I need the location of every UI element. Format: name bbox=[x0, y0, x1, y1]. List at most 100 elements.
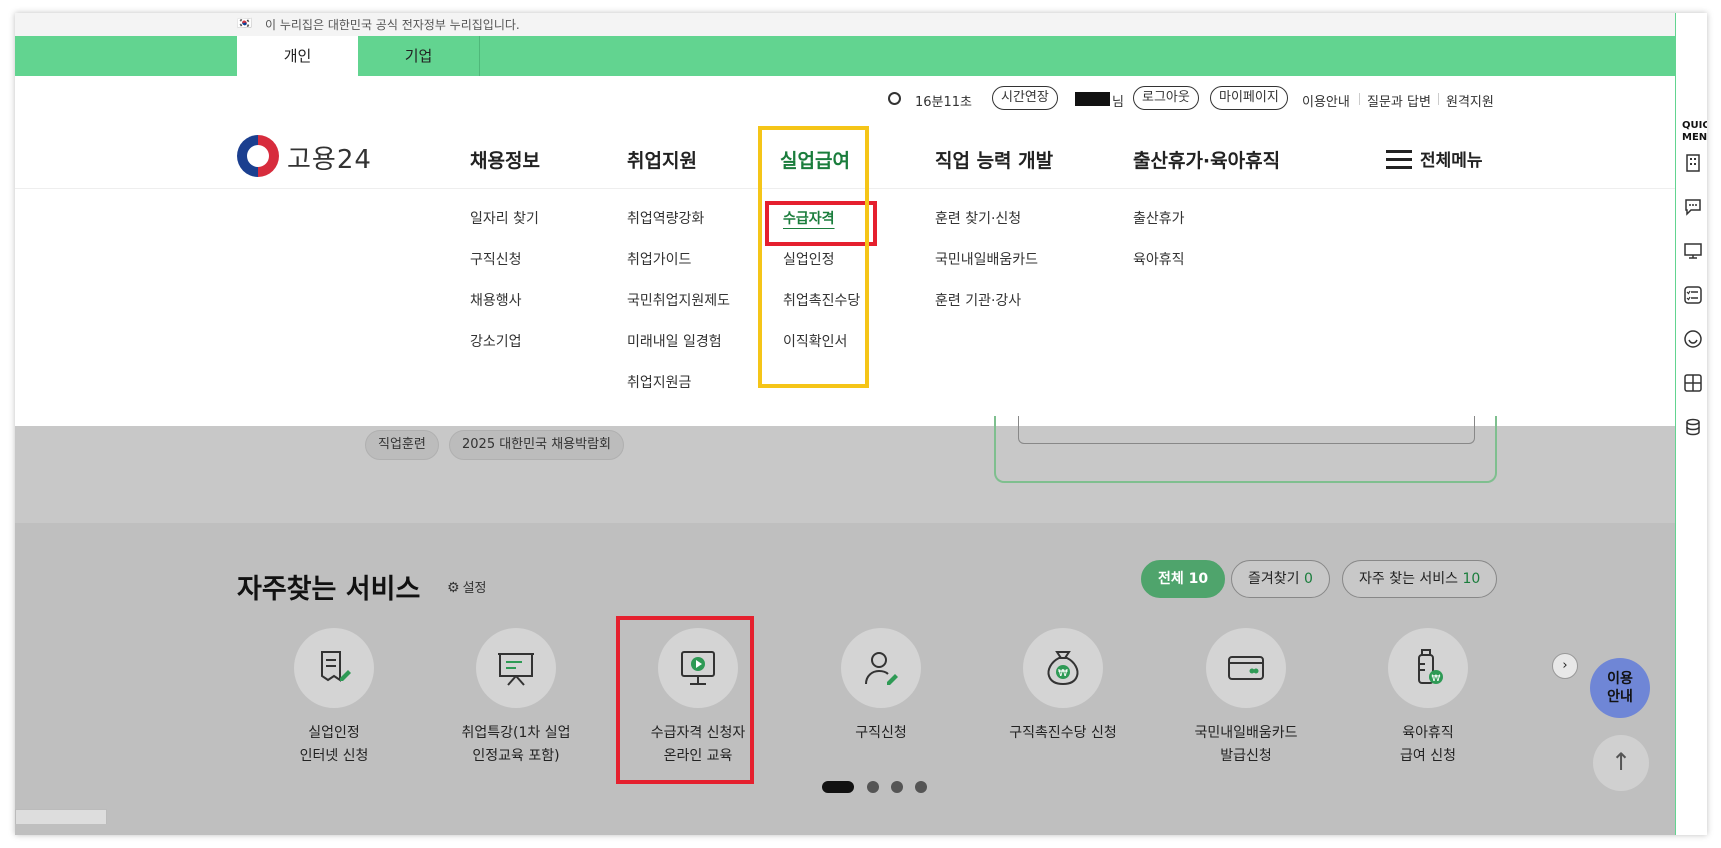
extend-session-button[interactable]: 시간연장 bbox=[992, 86, 1058, 110]
filter-frequent[interactable]: 자주 찾는 서비스 10 bbox=[1342, 560, 1498, 598]
gov-banner: 🇰🇷 이 누리집은 대한민국 공식 전자정부 누리집입니다. bbox=[15, 13, 1675, 36]
pagination-dot[interactable] bbox=[867, 781, 879, 793]
utility-bar: 16분11초 시간연장 님 로그아웃 마이페이지 이용안내 질문과 답변 원격지… bbox=[15, 83, 1675, 113]
checklist-icon[interactable] bbox=[1683, 285, 1703, 305]
usage-guide-float-button[interactable]: 이용 안내 bbox=[1590, 658, 1650, 718]
submenu-item[interactable]: 훈련 기관·강사 bbox=[935, 289, 1038, 330]
qna-link[interactable]: 질문과 답변 bbox=[1367, 91, 1431, 110]
submenu-item[interactable]: 출산휴가 bbox=[1133, 207, 1185, 248]
service-icon-circle bbox=[1206, 628, 1286, 708]
user-type-tabbar: 개인 기업 bbox=[15, 36, 1675, 76]
divider bbox=[1359, 93, 1360, 105]
keyword-chip[interactable]: 직업훈련 bbox=[365, 430, 439, 460]
search-input[interactable] bbox=[1018, 416, 1475, 444]
logout-button[interactable]: 로그아웃 bbox=[1133, 86, 1199, 110]
submenu-item[interactable]: 국민취업지원제도 bbox=[627, 289, 730, 330]
person-pen-icon bbox=[865, 652, 898, 685]
gov-banner-text: 이 누리집은 대한민국 공식 전자정부 누리집입니다. bbox=[265, 18, 520, 32]
quick-menu-title: QUICK MENU bbox=[1682, 120, 1707, 144]
submenu-item[interactable]: 육아휴직 bbox=[1133, 248, 1185, 289]
browser-viewport: 🇰🇷 이 누리집은 대한민국 공식 전자정부 누리집입니다. 개인 기업 16분… bbox=[15, 13, 1707, 835]
filter-count: 10 bbox=[1188, 571, 1209, 587]
chat-bubble-icon[interactable] bbox=[1683, 197, 1703, 217]
submenu-item[interactable]: 국민내일배움카드 bbox=[935, 248, 1038, 289]
submenu-item[interactable]: 구직신청 bbox=[470, 248, 539, 289]
service-item-employment-lecture[interactable]: 취업특강(1차 실업인정교육 포함) bbox=[426, 628, 606, 768]
filter-label: 자주 찾는 서비스 bbox=[1359, 571, 1459, 587]
service-label-line2: 인정교육 포함) bbox=[472, 748, 560, 764]
presentation-board-icon bbox=[498, 653, 534, 686]
pagination-dot[interactable] bbox=[915, 781, 927, 793]
search-panel bbox=[994, 416, 1497, 483]
coin-stack-icon[interactable] bbox=[1683, 417, 1703, 437]
service-label-line1: 실업인정 bbox=[308, 725, 360, 741]
username-suffix: 님 bbox=[1112, 95, 1124, 110]
session-timer: 16분11초 bbox=[915, 95, 973, 110]
service-icon-circle: ₩ bbox=[1388, 628, 1468, 708]
credit-card-icon bbox=[1228, 656, 1264, 680]
submenu-item[interactable]: 미래내일 일경험 bbox=[627, 330, 730, 371]
site-logo[interactable]: 고용24 bbox=[237, 133, 377, 178]
submenu-item[interactable]: 채용행사 bbox=[470, 289, 539, 330]
service-icon-circle bbox=[841, 628, 921, 708]
gnb-item-employment-support[interactable]: 취업지원 bbox=[627, 146, 697, 173]
service-icon-circle: ₩ bbox=[1023, 628, 1103, 708]
hamburger-icon bbox=[1386, 150, 1412, 169]
service-label-line1: 구직촉진수당 신청 bbox=[1009, 725, 1117, 741]
frequent-services-section: 자주찾는 서비스 ⚙ 설정 전체 10 즐겨찾기 0 자주 찾는 서비스 10 실… bbox=[15, 523, 1675, 835]
submenu-item[interactable]: 취업역량강화 bbox=[627, 207, 730, 248]
smile-icon[interactable] bbox=[1683, 329, 1703, 349]
settings-label: 설정 bbox=[462, 581, 487, 596]
korea-flag-icon: 🇰🇷 bbox=[237, 16, 252, 30]
gnb-item-job-skill-dev[interactable]: 직업 능력 개발 bbox=[935, 146, 1053, 173]
gnb-item-maternity-childcare[interactable]: 출산휴가·육아휴직 bbox=[1133, 146, 1280, 173]
remote-support-link[interactable]: 원격지원 bbox=[1446, 91, 1494, 110]
quick-menu: QUICK MENU bbox=[1675, 13, 1707, 835]
document-pen-icon bbox=[321, 651, 351, 682]
service-label-line1: 국민내일배움카드 bbox=[1194, 725, 1298, 741]
service-item-job-application[interactable]: 구직신청 bbox=[791, 628, 971, 745]
gnb-item-recruit-info[interactable]: 채용정보 bbox=[470, 146, 540, 173]
settings-button[interactable]: ⚙ 설정 bbox=[447, 577, 486, 596]
submenu-item[interactable]: 취업지원금 bbox=[627, 371, 730, 412]
submenu-job-skill-dev: 훈련 찾기·신청 국민내일배움카드 훈련 기관·강사 bbox=[935, 207, 1038, 330]
tab-company[interactable]: 기업 bbox=[358, 36, 480, 76]
redacted-username bbox=[1075, 92, 1110, 106]
submenu-employment-support: 취업역량강화 취업가이드 국민취업지원제도 미래내일 일경험 취업지원금 bbox=[627, 207, 730, 412]
service-item-parental-leave-benefit[interactable]: ₩ 육아휴직 급여 신청 bbox=[1338, 628, 1518, 768]
section-title: 자주찾는 서비스 bbox=[237, 574, 421, 605]
chevron-right-icon: › bbox=[1562, 658, 1568, 673]
svg-text:₩: ₩ bbox=[1058, 668, 1068, 679]
filter-all[interactable]: 전체 10 bbox=[1141, 560, 1226, 598]
pagination-dot-active[interactable] bbox=[822, 781, 854, 793]
service-item-job-seeking-allowance[interactable]: ₩ 구직촉진수당 신청 bbox=[973, 628, 1153, 745]
clock-icon bbox=[888, 92, 901, 105]
carousel-next-button[interactable]: › bbox=[1552, 653, 1578, 679]
divider bbox=[1438, 93, 1439, 105]
service-label-line1: 구직신청 bbox=[855, 725, 907, 741]
service-item-unemployment-recognition[interactable]: 실업인정인터넷 신청 bbox=[244, 628, 424, 768]
service-icon-circle bbox=[476, 628, 556, 708]
submenu-item[interactable]: 일자리 찾기 bbox=[470, 207, 539, 248]
filter-label: 전체 bbox=[1158, 571, 1184, 587]
submenu-item[interactable]: 훈련 찾기·신청 bbox=[935, 207, 1038, 248]
building-icon[interactable] bbox=[1683, 153, 1703, 173]
filter-count: 10 bbox=[1462, 571, 1481, 587]
service-icon-circle bbox=[294, 628, 374, 708]
monitor-icon[interactable] bbox=[1683, 241, 1703, 261]
calculator-icon[interactable] bbox=[1683, 373, 1703, 393]
scroll-top-button[interactable]: ↑ bbox=[1593, 735, 1649, 791]
service-label-line2: 급여 신청 bbox=[1400, 748, 1456, 764]
submenu-item[interactable]: 취업가이드 bbox=[627, 248, 730, 289]
usage-guide-link[interactable]: 이용안내 bbox=[1302, 91, 1350, 110]
submenu-item[interactable]: 강소기업 bbox=[470, 330, 539, 371]
filter-favorites[interactable]: 즐겨찾기 0 bbox=[1231, 560, 1330, 598]
mypage-button[interactable]: 마이페이지 bbox=[1210, 86, 1288, 110]
service-item-learning-card[interactable]: 국민내일배움카드 발급신청 bbox=[1156, 628, 1336, 768]
tab-personal[interactable]: 개인 bbox=[237, 36, 358, 76]
baby-bottle-icon: ₩ bbox=[1418, 649, 1443, 684]
pagination-dot[interactable] bbox=[891, 781, 903, 793]
service-label-line2: 인터넷 신청 bbox=[299, 748, 369, 764]
service-label-line1: 취업특강(1차 실업 bbox=[461, 725, 571, 741]
keyword-chip[interactable]: 2025 대한민국 채용박람회 bbox=[449, 430, 624, 460]
